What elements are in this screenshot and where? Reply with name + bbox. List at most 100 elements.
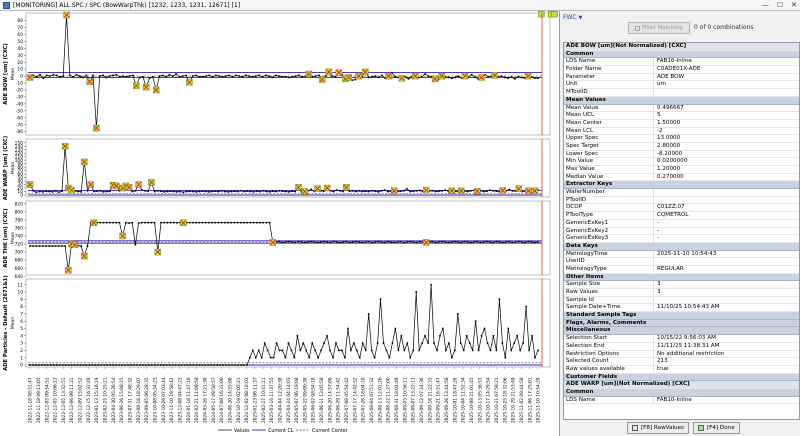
value-point [42, 77, 45, 79]
alarm-marker [87, 181, 94, 188]
x-tick-label: 2024-07-08 16:31:00 [219, 377, 225, 423]
value-point [383, 241, 386, 244]
value-point [156, 190, 159, 192]
value-point [364, 190, 367, 192]
value-point [195, 74, 197, 77]
properties-section-header[interactable]: Data Keys [564, 242, 799, 251]
property-row[interactable]: MToolID [564, 89, 799, 97]
property-value: FAB10-Inline [657, 396, 692, 403]
property-row[interactable]: Lower Spec -8.20000 [564, 150, 799, 159]
value-point [52, 73, 55, 76]
properties-section-header[interactable]: ADE WARP [um](Not Normalized) [CXC] [564, 381, 799, 389]
value-point [406, 187, 408, 190]
property-row[interactable]: Parameter ADE BOW [564, 73, 799, 82]
property-row[interactable]: PToolID [564, 196, 799, 205]
property-row[interactable]: MetrologyType REGULAR [564, 265, 799, 274]
property-row[interactable]: UserID [564, 258, 799, 266]
properties-section-header[interactable]: Common [564, 50, 799, 59]
property-key: Upper Spec [564, 135, 654, 142]
property-row[interactable]: Upper Spec 13.0000 [564, 135, 799, 143]
properties-section-header[interactable]: Other Items [564, 273, 799, 282]
properties-section-header[interactable]: Flags, Alarms, Comments [564, 319, 799, 328]
properties-section-header[interactable]: Common [564, 388, 799, 397]
x-tick-label: 2025-06-02 08:54:18 [311, 377, 317, 423]
x-tick-label: 2025-10-17 14:29:54 [486, 377, 492, 423]
value-point [281, 190, 284, 192]
property-row[interactable]: Sample Date+Time 11/10/25 10:54:43 AM [564, 304, 799, 313]
property-row[interactable]: DCOP C01ZZ:07 [564, 204, 799, 213]
property-row[interactable]: Sample Id [564, 296, 799, 305]
properties-section-header[interactable]: Customer Fields [564, 373, 799, 382]
filter-matching-button[interactable]: Filter Matching [628, 22, 690, 34]
property-row[interactable]: WaferNumber [564, 189, 799, 197]
y-tick-label: 760 [15, 226, 24, 232]
property-row[interactable]: Folder Name C0ADE01X-ADE [564, 66, 799, 74]
value-point [127, 364, 129, 366]
value-point [256, 190, 258, 192]
minimize-button[interactable]: — [762, 1, 769, 9]
alarm-marker [86, 78, 94, 85]
property-row[interactable]: Unit um [564, 81, 799, 90]
property-row[interactable]: MetrologyTime 2025-11-10 10:54:43 [564, 250, 799, 259]
property-row[interactable]: Mean LCL -2 [564, 127, 799, 136]
property-row[interactable]: Raw values available true [564, 365, 799, 374]
property-row[interactable]: Raw Values 3 [564, 289, 799, 297]
property-value: 0.0200000 [657, 158, 688, 165]
value-point [525, 305, 527, 308]
properties-table[interactable]: ADE BOW [um](Not Normalized) [CXC] Commo… [563, 42, 800, 420]
value-point [445, 349, 447, 352]
properties-section-header[interactable]: Mean Values [564, 96, 799, 105]
value-point [112, 74, 114, 77]
value-point [427, 342, 429, 344]
spc-charts[interactable]: ADE BOW [um] (CXC) Mean80706050403020100-… [0, 11, 560, 436]
property-row[interactable]: Selection Start 10/15/22 9:56:03 AM [564, 335, 799, 343]
properties-section-header[interactable]: Miscellaneous [564, 327, 799, 336]
properties-section-header[interactable]: Extractor Keys [564, 181, 799, 190]
value-point [430, 283, 432, 286]
value-point [299, 349, 302, 352]
value-point [465, 334, 468, 337]
maximize-button[interactable]: ☐ [777, 1, 783, 9]
property-row[interactable]: Median Value 0.270000 [564, 173, 799, 182]
y-tick-label: -70 [16, 122, 23, 128]
property-row[interactable]: LDS Name FAB10-Inline [564, 396, 799, 405]
property-row[interactable]: GenericExKey2- [564, 227, 799, 236]
value-point [96, 190, 98, 192]
property-row[interactable]: GenericExKey1- [564, 219, 799, 228]
property-row[interactable]: PToolType CQMETROL [564, 212, 799, 220]
value-point [537, 77, 539, 79]
property-row[interactable]: Restriction Options No additional restric… [564, 350, 799, 359]
property-row[interactable]: LDS Name FAB10-Inline [564, 58, 799, 67]
property-row[interactable]: Min Value 0.0200000 [564, 158, 799, 166]
value-point [109, 221, 111, 224]
value-point [162, 364, 165, 366]
value-point [153, 190, 156, 193]
property-row[interactable]: Max Value 1.20000 [564, 166, 799, 174]
property-value [654, 258, 799, 265]
fwc-dropdown[interactable]: FWC ▼ [563, 14, 582, 21]
property-row[interactable]: Sample Size 3 [564, 281, 799, 289]
raw-values-button[interactable]: [F8] RawValues [627, 422, 689, 434]
value-point [221, 75, 224, 78]
done-button[interactable]: [F4] Done [693, 422, 740, 434]
value-point [498, 241, 501, 243]
value-point [45, 245, 47, 247]
chart-area[interactable]: ADE BOW [um] (CXC) Mean 80 70 60 50 40 30 20 10 0-… [0, 11, 560, 436]
property-row[interactable]: Spec Target 2.80000 [564, 142, 799, 151]
property-value: um [657, 81, 666, 88]
property-row[interactable]: Mean Center 1.50000 [564, 119, 799, 128]
property-row[interactable]: Selected Count 213 [564, 358, 799, 366]
value-point [198, 364, 201, 366]
alarm-marker [438, 72, 445, 80]
property-row[interactable]: Mean UCL 5 [564, 112, 799, 120]
value-point [320, 349, 322, 352]
properties-section-header[interactable]: Standard Sample Tags [564, 312, 799, 320]
value-point [431, 190, 434, 192]
value-point [147, 190, 150, 192]
property-row[interactable]: Mean Value 0.496667 [564, 104, 799, 113]
property-row[interactable]: Selection End 11/11/25 11:38:31 AM [564, 342, 799, 351]
value-point [201, 75, 204, 78]
property-row[interactable]: GenericExKey3- [564, 235, 799, 243]
value-point [281, 75, 284, 78]
close-button[interactable]: ✕ [791, 1, 797, 9]
